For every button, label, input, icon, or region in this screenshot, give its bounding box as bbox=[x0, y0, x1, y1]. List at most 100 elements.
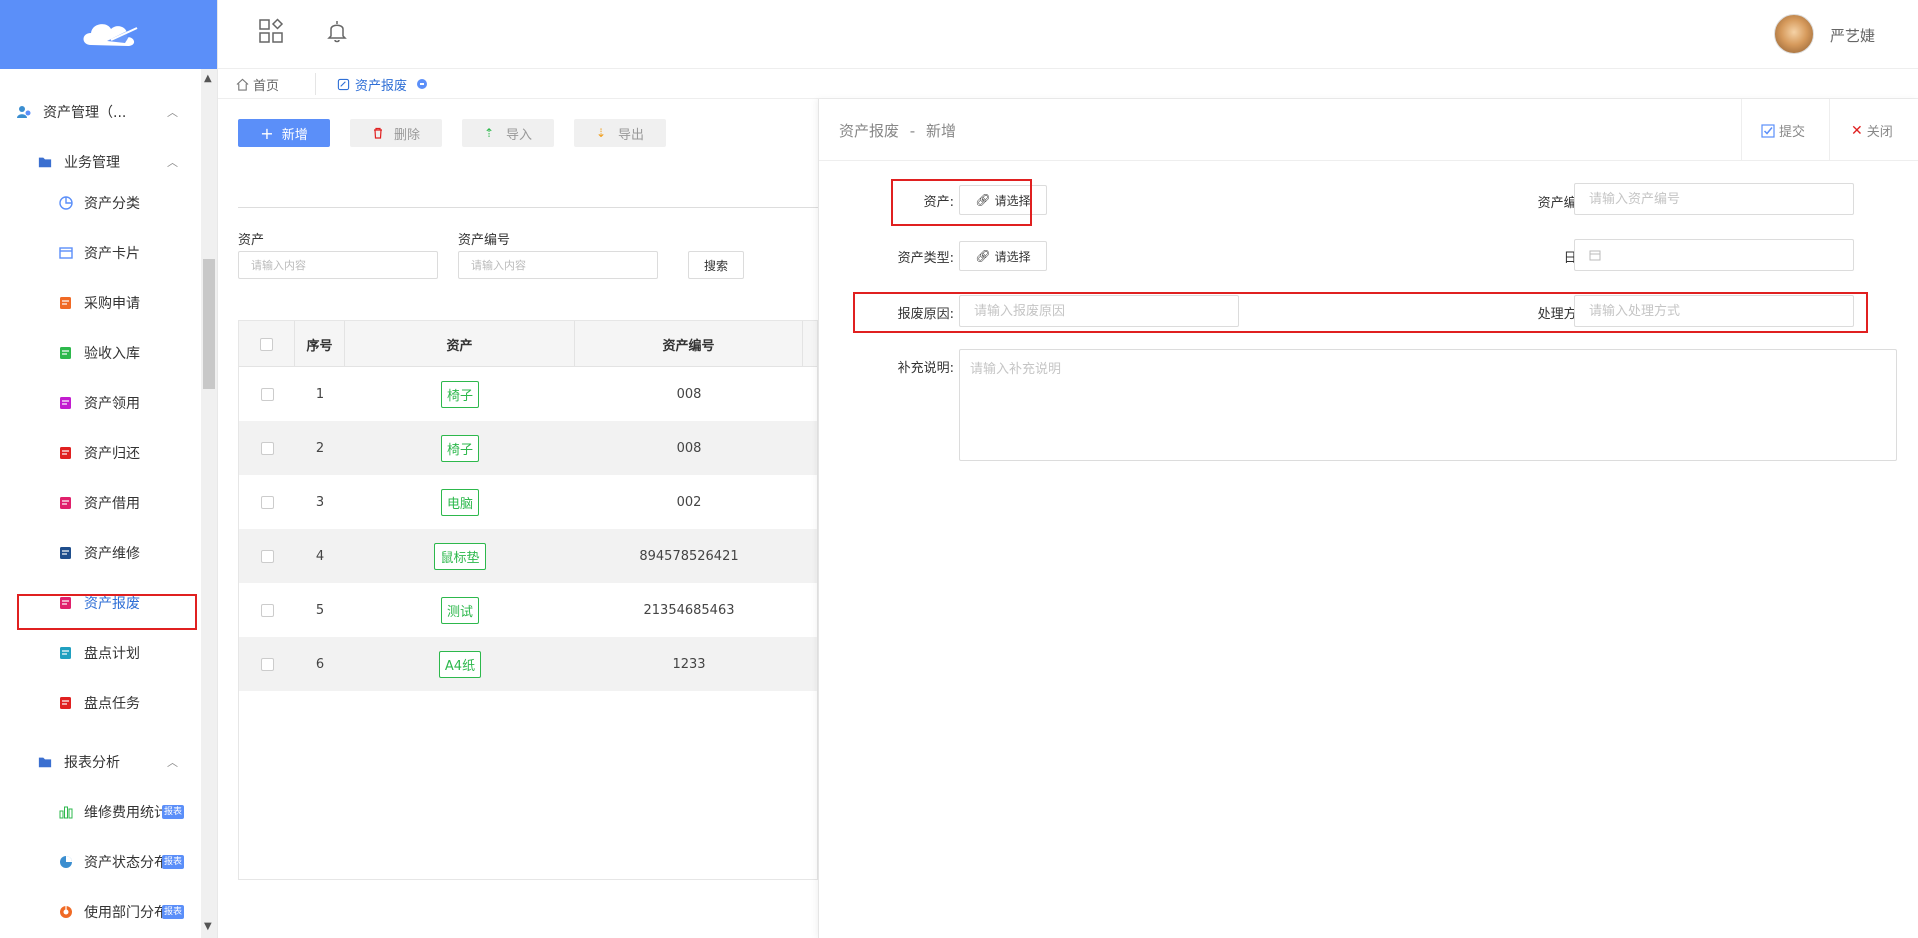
date-picker[interactable] bbox=[1574, 239, 1854, 271]
sidebar-item-label: 资产状态分布 bbox=[84, 855, 162, 871]
table-row[interactable]: 2 椅子 008 bbox=[239, 421, 817, 475]
head-divider bbox=[1741, 99, 1742, 161]
row-checkbox[interactable] bbox=[260, 441, 274, 455]
filter-code-input[interactable] bbox=[458, 251, 658, 279]
sidebar-item-receive[interactable]: 资产领用 bbox=[0, 383, 200, 423]
row-checkbox-cell[interactable] bbox=[239, 367, 295, 421]
row-checkbox-cell[interactable] bbox=[239, 637, 295, 691]
logo-bar bbox=[0, 0, 217, 69]
reason-input[interactable] bbox=[959, 295, 1239, 327]
tab-asset-scrap[interactable]: 资产报废 bbox=[337, 69, 428, 99]
sidebar-item-label: 资产卡片 bbox=[84, 246, 140, 262]
table-row[interactable]: 5 测试 21354685463 bbox=[239, 583, 817, 637]
menu-group-label: 报表分析 bbox=[64, 755, 120, 771]
asset-select-button[interactable]: 🔗︎ 请选择 bbox=[959, 185, 1047, 215]
row-checkbox[interactable] bbox=[260, 549, 274, 563]
row-code: 894578526421 bbox=[639, 548, 739, 564]
chevron-up-icon: ︿ bbox=[167, 106, 178, 119]
bell-icon[interactable] bbox=[324, 18, 350, 44]
sidebar-item-plan[interactable]: 盘点计划 bbox=[0, 633, 200, 673]
menu-group-business[interactable]: 业务管理 ︿ bbox=[0, 142, 200, 182]
sidebar-item-label: 采购申请 bbox=[84, 296, 140, 312]
asset-code-input[interactable] bbox=[1574, 183, 1854, 215]
add-button-label: 新增 bbox=[281, 127, 308, 143]
sidebar-item-check-in[interactable]: 验收入库 bbox=[0, 333, 200, 373]
sidebar-scrollbar[interactable]: ▲ ▼ bbox=[201, 69, 217, 938]
sidebar-item-label: 资产归还 bbox=[84, 446, 140, 462]
sidebar-report-asset-status[interactable]: 资产状态分布 报表 bbox=[0, 842, 200, 882]
method-input[interactable] bbox=[1574, 295, 1854, 327]
delete-button[interactable]: 删除 bbox=[350, 119, 442, 147]
search-button[interactable]: 搜索 bbox=[688, 251, 744, 279]
header-select-all[interactable] bbox=[239, 321, 295, 367]
row-checkbox[interactable] bbox=[260, 387, 274, 401]
tab-close-icon[interactable] bbox=[417, 79, 428, 89]
select-all-checkbox[interactable] bbox=[260, 337, 273, 351]
sidebar-item-borrow[interactable]: 资产借用 bbox=[0, 483, 200, 523]
row-no: 6 bbox=[315, 656, 325, 672]
pie-chart-icon bbox=[60, 856, 72, 868]
sidebar-item-repair[interactable]: 资产维修 bbox=[0, 533, 200, 573]
scrollbar-thumb[interactable] bbox=[203, 259, 215, 389]
row-asset-cell: 电脑 bbox=[345, 475, 575, 529]
username[interactable]: 严艺婕 bbox=[1830, 25, 1875, 46]
app-root: 资产管理（... ︿ 业务管理 ︿ 资产分类 资产卡片 采购申请 验收入库 资产领用 资产… bbox=[0, 0, 1918, 938]
table-row[interactable]: 3 电脑 002 bbox=[239, 475, 817, 529]
repair-icon bbox=[60, 547, 71, 559]
export-button[interactable]: ⇣ 导出 bbox=[574, 119, 666, 147]
asset-tag: 鼠标垫 bbox=[434, 542, 486, 570]
note-label: 补充说明: bbox=[897, 361, 954, 376]
sidebar-item-scrap[interactable]: 资产报废 bbox=[0, 583, 200, 623]
menu-group-report[interactable]: 报表分析 ︿ bbox=[0, 742, 200, 782]
calendar-icon bbox=[1589, 250, 1601, 261]
close-label: 关闭 bbox=[1866, 125, 1893, 140]
note-textarea[interactable] bbox=[959, 349, 1897, 461]
receive-icon bbox=[60, 397, 71, 409]
submit-button[interactable]: 提交 bbox=[1761, 121, 1805, 140]
cloud-logo-icon bbox=[83, 23, 137, 46]
bar-chart-icon bbox=[59, 806, 73, 819]
menu-group-asset-management[interactable]: 资产管理（... ︿ bbox=[0, 92, 200, 132]
sidebar-item-card[interactable]: 资产卡片 bbox=[0, 233, 200, 273]
close-icon: ✕ bbox=[1851, 122, 1863, 139]
row-checkbox-cell[interactable] bbox=[239, 475, 295, 529]
filter-asset-input[interactable] bbox=[238, 251, 438, 279]
sidebar-item-category[interactable]: 资产分类 bbox=[0, 183, 200, 223]
row-checkbox[interactable] bbox=[260, 657, 274, 671]
row-checkbox[interactable] bbox=[260, 495, 274, 509]
download-icon: ⇣ bbox=[595, 126, 607, 140]
table-row[interactable]: 6 A4纸 1233 bbox=[239, 637, 817, 691]
sidebar-report-dept-usage[interactable]: 使用部门分布 报表 bbox=[0, 892, 200, 932]
import-button[interactable]: ⇡ 导入 bbox=[462, 119, 554, 147]
menu-group-label: 业务管理 bbox=[64, 155, 120, 171]
row-checkbox-cell[interactable] bbox=[239, 421, 295, 475]
tab-home[interactable]: 首页 bbox=[236, 69, 279, 99]
drawer-title-main: 资产报废 bbox=[839, 122, 900, 140]
header-code: 资产编号 bbox=[575, 321, 803, 367]
row-checkbox-cell[interactable] bbox=[239, 583, 295, 637]
table-row[interactable]: 4 鼠标垫 894578526421 bbox=[239, 529, 817, 583]
scroll-up-icon[interactable]: ▲ bbox=[204, 73, 212, 84]
sidebar-report-repair-cost[interactable]: 维修费用统计 报表 bbox=[0, 792, 200, 832]
delete-button-label: 删除 bbox=[393, 127, 420, 143]
scroll-down-icon[interactable]: ▼ bbox=[204, 921, 212, 932]
sidebar-item-purchase[interactable]: 采购申请 bbox=[0, 283, 200, 323]
close-button[interactable]: ✕ 关闭 bbox=[1851, 121, 1893, 141]
menu-group-label: 资产管理（... bbox=[43, 105, 127, 121]
asset-type-select-button[interactable]: 🔗︎ 请选择 bbox=[959, 241, 1047, 271]
asset-label: 资产: bbox=[923, 195, 954, 210]
toolbar-divider bbox=[238, 207, 818, 208]
top-header: 严艺婕 bbox=[218, 0, 1918, 69]
row-checkbox[interactable] bbox=[260, 603, 274, 617]
apps-grid-icon[interactable] bbox=[258, 18, 284, 44]
row-asset-cell: A4纸 bbox=[345, 637, 575, 691]
head-divider bbox=[1829, 99, 1830, 161]
sidebar-item-return[interactable]: 资产归还 bbox=[0, 433, 200, 473]
form-drawer: 资产报废 - 新增 提交 ✕ 关闭 资产: 🔗︎ 请选择 资产编号: 请输入资产… bbox=[818, 99, 1918, 938]
avatar[interactable] bbox=[1774, 14, 1814, 54]
table-row[interactable]: 1 椅子 008 bbox=[239, 367, 817, 421]
row-checkbox-cell[interactable] bbox=[239, 529, 295, 583]
add-button[interactable]: + 新增 bbox=[238, 119, 330, 147]
asset-type-label: 资产类型: bbox=[897, 251, 954, 266]
sidebar-item-task[interactable]: 盘点任务 bbox=[0, 683, 200, 723]
